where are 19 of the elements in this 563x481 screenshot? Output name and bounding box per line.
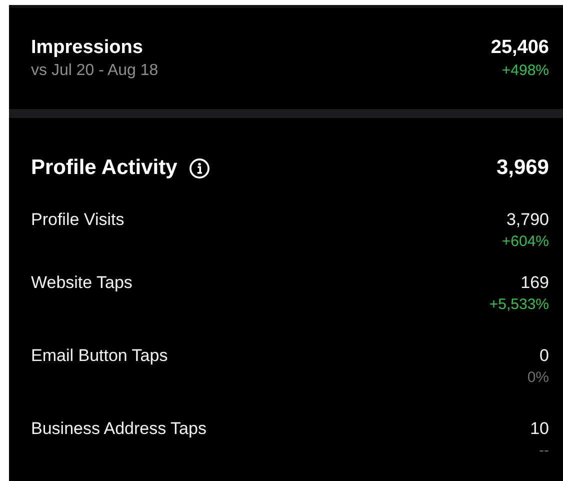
metric-value: 0 [540, 345, 549, 367]
metric-label: Email Button Taps [31, 345, 168, 367]
change-percent: +5,533% [489, 295, 549, 315]
change-percent: +604% [502, 232, 549, 252]
metric-value: 3,790 [506, 209, 549, 231]
metric-label: Website Taps [31, 272, 132, 294]
metric-value: 10 [530, 418, 549, 440]
date-range: vs Jul 20 - Aug 18 [31, 61, 158, 81]
total-value: 3,969 [496, 155, 549, 181]
change-percent: -- [539, 441, 549, 461]
metric-value: 169 [520, 272, 549, 294]
change-percent: 0% [527, 368, 549, 388]
metric-label: Business Address Taps [31, 418, 206, 440]
total-value: 25,406 [490, 36, 549, 60]
info-icon[interactable] [189, 158, 210, 178]
change-percent: +498% [502, 61, 549, 81]
metric-label: Profile Visits [31, 209, 124, 231]
section-title: Profile Activity [31, 155, 178, 181]
section-title: Impressions [31, 36, 144, 60]
